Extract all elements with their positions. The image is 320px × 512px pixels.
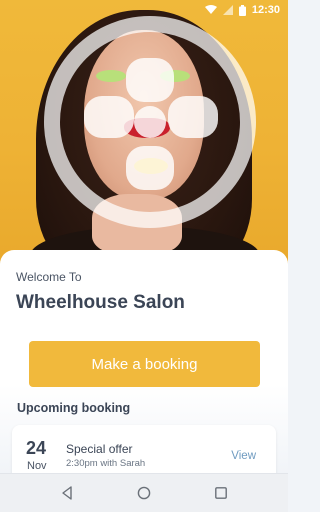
booking-day: 24 bbox=[26, 438, 47, 458]
system-navbar bbox=[0, 473, 288, 512]
home-icon[interactable] bbox=[137, 486, 151, 500]
signal-icon bbox=[222, 5, 233, 15]
booking-month: Nov bbox=[27, 460, 47, 472]
back-icon[interactable] bbox=[60, 486, 74, 500]
booking-subtitle: 2:30pm with Sarah bbox=[66, 458, 146, 469]
wheelhouse-logo bbox=[44, 16, 256, 228]
upcoming-booking-heading: Upcoming booking bbox=[17, 401, 131, 415]
welcome-label: Welcome To bbox=[16, 270, 82, 284]
salon-name: Wheelhouse Salon bbox=[16, 292, 185, 313]
battery-icon bbox=[238, 4, 246, 16]
recents-icon[interactable] bbox=[214, 486, 228, 500]
wifi-icon bbox=[204, 5, 217, 14]
make-booking-button[interactable]: Make a booking bbox=[29, 341, 260, 387]
hero-image bbox=[0, 0, 288, 268]
booking-title: Special offer bbox=[66, 442, 133, 456]
view-booking-link[interactable]: View bbox=[231, 450, 256, 462]
status-time: 12:30 bbox=[251, 4, 280, 16]
status-bar: 12:30 bbox=[0, 0, 288, 20]
